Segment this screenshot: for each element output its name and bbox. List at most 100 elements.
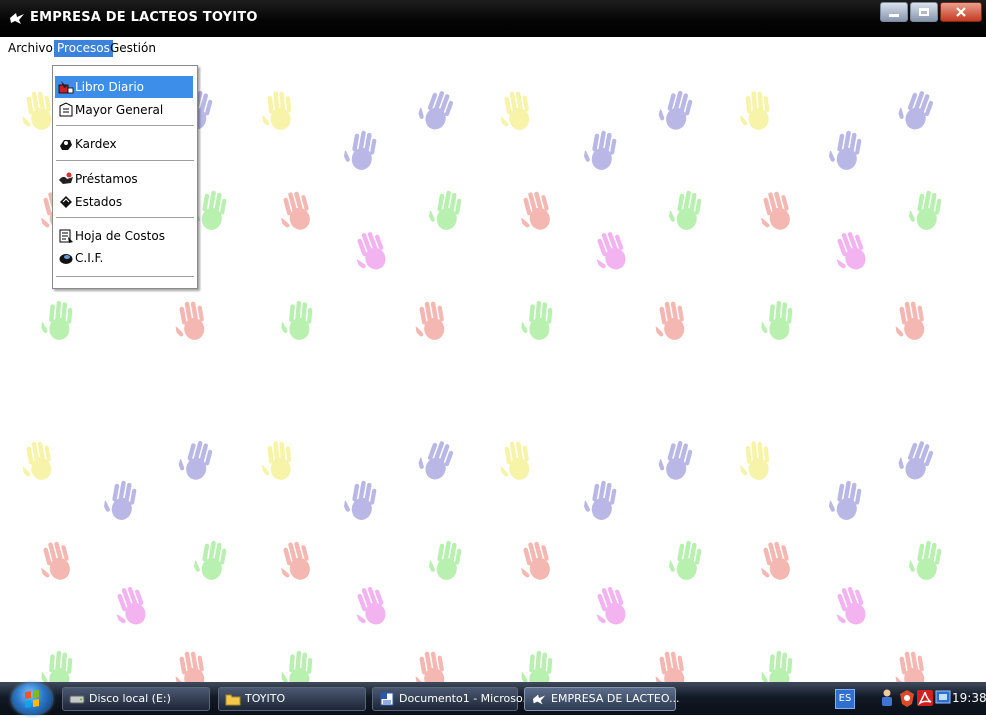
menu-item-label: C.I.F. <box>75 251 104 265</box>
hand-print-decoration <box>738 91 770 130</box>
menu-item-mayor-general[interactable]: Mayor General <box>55 99 193 121</box>
menu-separator <box>56 276 194 277</box>
hand-print-decoration <box>893 651 925 682</box>
acrobat-tray-icon[interactable] <box>916 688 934 708</box>
menu-procesos[interactable]: Procesos <box>54 40 113 57</box>
hand-print-decoration <box>102 480 137 520</box>
hand-print-decoration <box>827 130 862 170</box>
journal-icon <box>58 81 74 94</box>
hand-print-decoration <box>520 650 553 682</box>
close-button[interactable] <box>940 2 982 22</box>
menu-separator <box>56 160 194 161</box>
hand-print-decoration <box>582 480 617 520</box>
hand-print-decoration <box>427 190 462 230</box>
menu-item-label: Libro Diario <box>75 80 144 94</box>
taskbar-item-disco-local[interactable]: Disco local (E:) <box>62 687 210 711</box>
menu-item-prestamos[interactable]: Préstamos <box>55 168 193 190</box>
menu-separator <box>56 125 194 126</box>
menu-item-label: Estados <box>75 195 123 209</box>
hand-print-decoration <box>907 190 942 230</box>
menu-item-hoja-de-costos[interactable]: Hoja de Costos <box>55 225 193 247</box>
menu-item-cif[interactable]: C.I.F. <box>55 247 193 269</box>
maximize-button[interactable] <box>910 2 938 22</box>
hand-print-decoration <box>519 541 550 580</box>
hand-print-decoration <box>279 191 310 230</box>
hand-print-decoration <box>173 301 205 340</box>
security-tray-icon[interactable] <box>898 688 916 708</box>
hand-print-decoration <box>413 301 445 340</box>
language-indicator[interactable]: ES <box>835 689 855 709</box>
menu-gestion[interactable]: Gestión <box>107 40 159 57</box>
menu-archivo[interactable]: Archivo <box>5 40 56 57</box>
taskbar: Disco local (E:) TOYITO Documento1 - Mic… <box>0 682 986 715</box>
hand-print-decoration <box>498 441 530 480</box>
hand-print-decoration <box>427 540 462 580</box>
cif-icon <box>59 254 73 264</box>
minimize-icon <box>889 13 899 17</box>
menu-item-label: Mayor General <box>75 103 164 117</box>
minimize-button[interactable] <box>880 2 908 22</box>
maximize-icon <box>919 8 929 16</box>
taskbar-item-empresa[interactable]: EMPRESA DE LACTEO... <box>524 687 680 711</box>
taskbar-item-toyito[interactable]: TOYITO <box>218 687 366 711</box>
hand-print-decoration <box>498 91 530 130</box>
procesos-dropdown-menu: Libro Diario Mayor General Kardex Présta… <box>52 65 198 289</box>
folder-icon <box>225 694 241 706</box>
kardex-icon <box>60 140 72 150</box>
menu-item-label: Préstamos <box>75 172 138 186</box>
hand-print-decoration <box>893 301 925 340</box>
hand-print-decoration <box>595 231 626 270</box>
hand-print-decoration <box>355 231 386 270</box>
hand-print-decoration <box>519 191 550 230</box>
menu-separator <box>56 217 194 218</box>
clock: 19:38 <box>952 691 986 705</box>
hand-print-decoration <box>20 441 52 480</box>
app-icon <box>532 694 546 705</box>
hand-print-decoration <box>280 300 313 340</box>
hand-print-decoration <box>192 540 227 580</box>
hand-print-decoration <box>657 440 693 480</box>
word-document-icon <box>380 692 394 706</box>
taskbar-item-documento1[interactable]: Documento1 - Microso... <box>372 687 533 711</box>
hand-print-decoration <box>667 540 702 580</box>
hand-print-decoration <box>759 541 790 580</box>
window-controls <box>880 2 982 22</box>
app-icon <box>10 13 24 24</box>
hand-print-decoration <box>342 480 377 520</box>
hand-print-decoration <box>520 300 553 340</box>
hand-print-decoration <box>835 586 866 625</box>
hand-print-decoration <box>595 586 626 625</box>
hand-print-decoration <box>760 650 793 682</box>
hand-print-decoration <box>653 651 685 682</box>
taskbar-item-label: EMPRESA DE LACTEO... <box>551 692 680 705</box>
hand-print-decoration <box>760 300 793 340</box>
user-tray-icon[interactable] <box>878 688 896 708</box>
menu-bar: Archivo Procesos Gestión <box>0 37 986 59</box>
hand-print-decoration <box>667 190 702 230</box>
ledger-icon <box>59 102 73 117</box>
menu-item-libro-diario[interactable]: Libro Diario <box>55 76 193 98</box>
statements-icon <box>60 196 72 208</box>
taskbar-item-label: Documento1 - Microso... <box>399 692 534 705</box>
start-button[interactable] <box>12 683 52 715</box>
hand-print-decoration <box>115 586 146 625</box>
hand-print-decoration <box>582 130 617 170</box>
hand-print-decoration <box>417 91 454 130</box>
hand-print-decoration <box>40 300 73 340</box>
hand-print-decoration <box>39 541 70 580</box>
hand-print-decoration <box>260 91 292 130</box>
hand-print-decoration <box>342 130 377 170</box>
network-tray-icon[interactable] <box>934 688 952 708</box>
hand-print-decoration <box>897 441 934 480</box>
menu-item-kardex[interactable]: Kardex <box>55 133 193 155</box>
hand-print-decoration <box>280 650 313 682</box>
close-icon <box>956 7 966 17</box>
menu-item-estados[interactable]: Estados <box>55 191 193 213</box>
hand-print-decoration <box>40 650 73 682</box>
hand-print-decoration <box>897 91 934 130</box>
window-title: EMPRESA DE LACTEOS TOYITO <box>30 10 258 25</box>
menu-item-label: Hoja de Costos <box>75 229 165 243</box>
hand-print-decoration <box>835 231 866 270</box>
hand-print-decoration <box>657 90 693 130</box>
hand-print-decoration <box>907 540 942 580</box>
